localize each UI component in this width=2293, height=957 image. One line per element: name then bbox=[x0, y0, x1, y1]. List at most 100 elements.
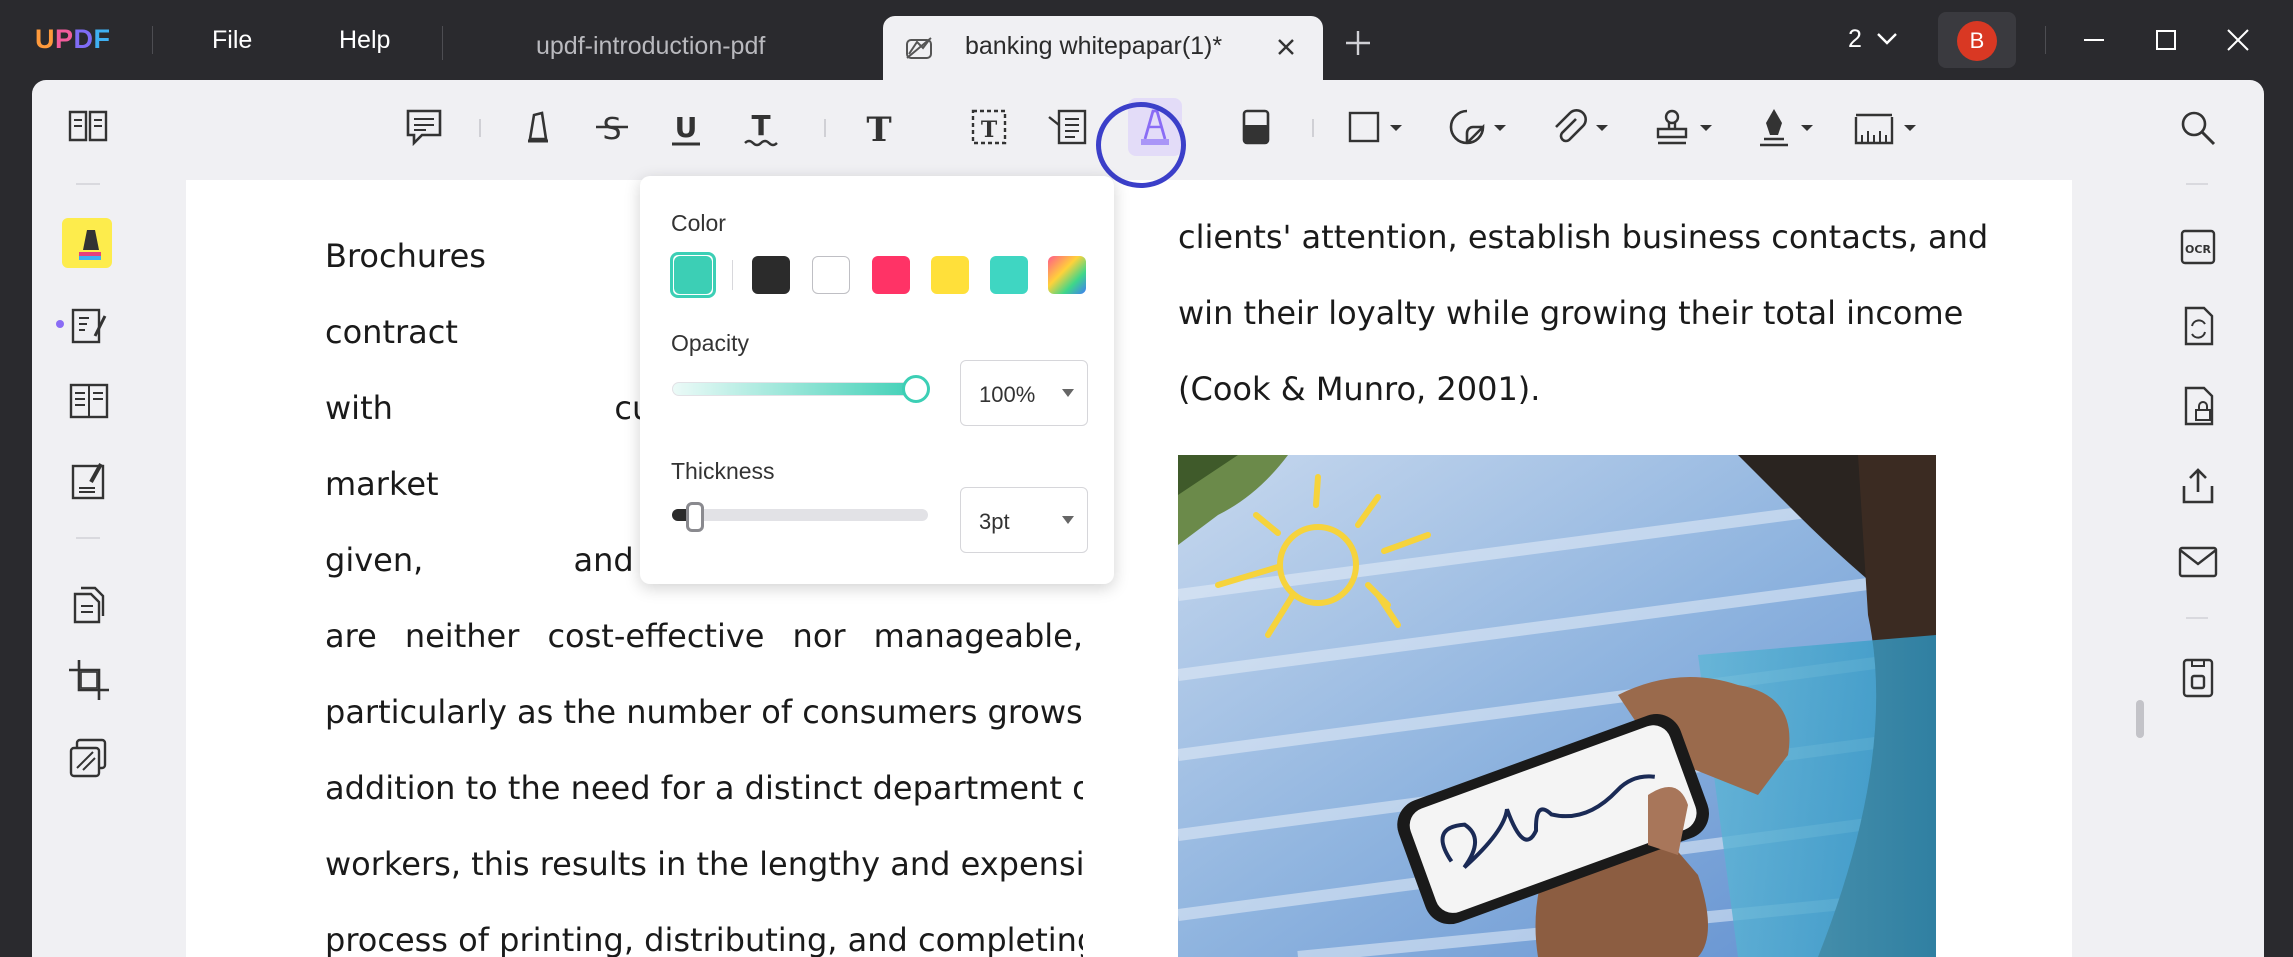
ocr-icon[interactable]: OCR bbox=[2174, 223, 2222, 271]
divider bbox=[442, 26, 443, 60]
swatch-black[interactable] bbox=[752, 256, 790, 294]
thickness-slider-thumb[interactable] bbox=[686, 502, 704, 532]
swatch-cyan[interactable] bbox=[990, 256, 1028, 294]
attachment-icon[interactable] bbox=[1546, 105, 1590, 149]
text-line: addition to the need for a distinct depa… bbox=[325, 769, 1083, 807]
chevron-down-icon[interactable] bbox=[1898, 105, 1922, 149]
menu-help[interactable]: Help bbox=[339, 26, 390, 55]
strikethrough-icon[interactable]: S bbox=[590, 105, 634, 149]
chevron-down-icon[interactable] bbox=[1590, 105, 1614, 149]
swatch-yellow[interactable] bbox=[931, 256, 969, 294]
eraser-icon[interactable] bbox=[1234, 105, 1278, 149]
squiggly-underline-icon[interactable]: T bbox=[739, 105, 783, 149]
close-window-icon[interactable] bbox=[2222, 24, 2254, 56]
avatar[interactable]: B bbox=[1957, 21, 1997, 61]
opacity-slider[interactable] bbox=[672, 382, 922, 396]
tab-banking-whitepaper[interactable]: banking whitepapar(1)* bbox=[883, 16, 1323, 80]
measure-ruler-icon[interactable] bbox=[1852, 105, 1896, 149]
text-line: clients' attention, establish business c… bbox=[1178, 218, 1989, 256]
svg-text:U: U bbox=[675, 111, 698, 144]
close-tab-icon[interactable] bbox=[1271, 32, 1301, 62]
comment-note-icon[interactable] bbox=[402, 105, 446, 149]
crop-icon[interactable] bbox=[65, 656, 113, 704]
divider bbox=[2045, 26, 2046, 54]
form-icon[interactable] bbox=[65, 377, 113, 425]
text-line: win their loyalty while growing their to… bbox=[1178, 294, 1964, 332]
opacity-slider-thumb[interactable] bbox=[902, 375, 930, 403]
page-count[interactable]: 2 bbox=[1848, 25, 1862, 54]
text-line: particularly as the number of consumers … bbox=[325, 693, 1083, 731]
divider bbox=[2186, 183, 2208, 185]
svg-text:OCR: OCR bbox=[2185, 243, 2211, 256]
organize-pages-icon[interactable] bbox=[65, 580, 113, 628]
swatch-white[interactable] bbox=[812, 256, 850, 294]
right-tool-panel: OCR bbox=[2150, 80, 2264, 957]
text-callout-icon[interactable] bbox=[1045, 105, 1089, 149]
sign-icon[interactable] bbox=[65, 458, 113, 506]
minimize-icon[interactable] bbox=[2078, 24, 2110, 56]
shape-rectangle-icon[interactable] bbox=[1342, 105, 1386, 149]
divider bbox=[152, 26, 153, 54]
new-tab-plus-icon[interactable] bbox=[1343, 28, 1373, 58]
menu-file[interactable]: File bbox=[212, 26, 252, 55]
chevron-down-icon[interactable] bbox=[1384, 105, 1408, 149]
text-line: process of printing, distributing, and c… bbox=[325, 921, 1083, 957]
convert-icon[interactable] bbox=[2174, 302, 2222, 350]
vertical-scrollbar[interactable] bbox=[2136, 700, 2144, 738]
swatch-red[interactable] bbox=[872, 256, 910, 294]
svg-text:T: T bbox=[751, 109, 770, 142]
maximize-icon[interactable] bbox=[2150, 24, 2182, 56]
email-icon[interactable] bbox=[2174, 538, 2222, 586]
divider bbox=[76, 537, 100, 539]
divider bbox=[76, 183, 100, 185]
swatch-custom-color[interactable] bbox=[1048, 256, 1086, 294]
title-bar: UPDF File Help updf-introduction-pdf ban… bbox=[0, 0, 2293, 80]
thickness-select[interactable]: 3pt bbox=[960, 487, 1088, 553]
comment-mode-icon[interactable] bbox=[65, 220, 113, 268]
chevron-down-icon[interactable] bbox=[1694, 105, 1718, 149]
save-icon[interactable] bbox=[2174, 654, 2222, 702]
share-icon[interactable] bbox=[2174, 462, 2222, 510]
divider bbox=[2186, 617, 2208, 619]
protect-icon[interactable] bbox=[2174, 382, 2222, 430]
thickness-label: Thickness bbox=[671, 458, 775, 484]
chevron-down-icon[interactable] bbox=[1874, 28, 1900, 50]
caret-down-icon bbox=[1062, 389, 1074, 397]
text-line: are neither cost-effective nor manageabl… bbox=[325, 617, 1083, 655]
tab-label: updf-introduction-pdf bbox=[536, 32, 766, 60]
right-column-text: clients' attention, establish business c… bbox=[1178, 206, 1989, 434]
signature-pen-icon[interactable] bbox=[1752, 105, 1796, 149]
text-line: (Cook & Munro, 2001). bbox=[1178, 370, 1541, 408]
updf-logo: UPDF bbox=[35, 24, 111, 54]
left-tool-panel bbox=[32, 80, 144, 957]
underline-icon[interactable]: U bbox=[664, 105, 708, 149]
opacity-label: Opacity bbox=[671, 330, 749, 356]
stamp-icon[interactable] bbox=[1650, 105, 1694, 149]
svg-text:T: T bbox=[866, 110, 891, 149]
tab-label: banking whitepapar(1)* bbox=[965, 32, 1223, 60]
text-box-icon[interactable]: T bbox=[967, 105, 1011, 149]
opacity-select[interactable]: 100% bbox=[960, 360, 1088, 426]
reader-icon[interactable] bbox=[64, 102, 112, 150]
chevron-down-icon[interactable] bbox=[1795, 105, 1819, 149]
color-label: Color bbox=[671, 210, 726, 236]
divider bbox=[824, 119, 826, 137]
search-icon[interactable] bbox=[2174, 104, 2222, 152]
document-image bbox=[1178, 455, 1936, 957]
tab-updf-introduction[interactable]: updf-introduction-pdf bbox=[450, 16, 880, 80]
svg-text:T: T bbox=[981, 117, 998, 143]
sticker-icon[interactable] bbox=[1445, 105, 1489, 149]
thickness-slider[interactable] bbox=[672, 509, 928, 521]
thickness-value: 3pt bbox=[979, 509, 1010, 534]
layers-icon[interactable] bbox=[65, 734, 113, 782]
text-line: workers, this results in the lengthy and… bbox=[325, 845, 1083, 883]
swatch-teal[interactable] bbox=[674, 256, 712, 294]
svg-text:S: S bbox=[602, 112, 621, 147]
edit-pdf-icon[interactable] bbox=[65, 302, 113, 350]
chevron-down-icon[interactable] bbox=[1488, 105, 1512, 149]
divider bbox=[1312, 119, 1314, 137]
pencil-draw-icon[interactable] bbox=[1133, 105, 1177, 149]
opacity-value: 100% bbox=[979, 382, 1036, 407]
text-icon[interactable]: T bbox=[857, 105, 901, 149]
highlight-icon[interactable] bbox=[516, 105, 560, 149]
